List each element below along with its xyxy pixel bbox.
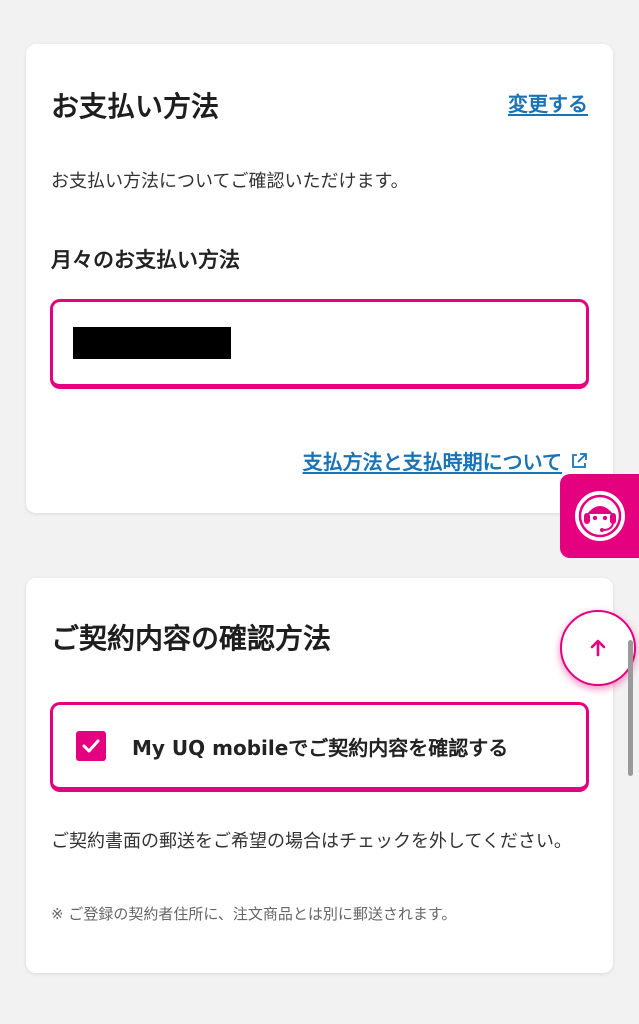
monthly-payment-field[interactable]	[50, 299, 589, 389]
monthly-payment-title: 月々のお支払い方法	[51, 248, 240, 272]
arrow-up-icon	[590, 639, 606, 657]
myuq-confirm-label: My UQ mobileでご契約内容を確認する	[132, 735, 509, 760]
change-payment-link[interactable]: 変更する	[508, 88, 588, 117]
redacted-payment-value	[73, 327, 231, 359]
checkmark-icon	[82, 739, 100, 753]
contract-description: ご契約書面の郵送をご希望の場合はチェックを外してください。	[51, 831, 572, 852]
support-headset-icon	[574, 491, 625, 541]
payment-timing-link-label: 支払方法と支払時期について	[302, 450, 562, 474]
back-to-top-button[interactable]	[560, 610, 636, 686]
contract-confirmation-card: ご契約内容の確認方法 My UQ mobileでご契約内容を確認する ご契約書面…	[26, 578, 613, 973]
payment-method-card: お支払い方法 変更する お支払い方法についてご確認いただけます。 月々のお支払い…	[26, 44, 613, 513]
contract-note: ※ ご登録の契約者住所に、注文商品とは別に郵送されます。	[51, 905, 457, 923]
payment-description: お支払い方法についてご確認いただけます。	[51, 171, 409, 192]
payment-method-title: お支払い方法	[51, 90, 220, 123]
myuq-confirm-checkbox[interactable]	[76, 731, 106, 761]
page-scrollbar[interactable]	[628, 640, 633, 776]
support-chat-button[interactable]	[560, 474, 639, 558]
payment-timing-link[interactable]: 支払方法と支払時期について	[303, 446, 588, 475]
external-link-icon	[570, 452, 588, 470]
myuq-confirm-option[interactable]: My UQ mobileでご契約内容を確認する	[50, 702, 589, 792]
contract-confirmation-title: ご契約内容の確認方法	[51, 622, 332, 655]
